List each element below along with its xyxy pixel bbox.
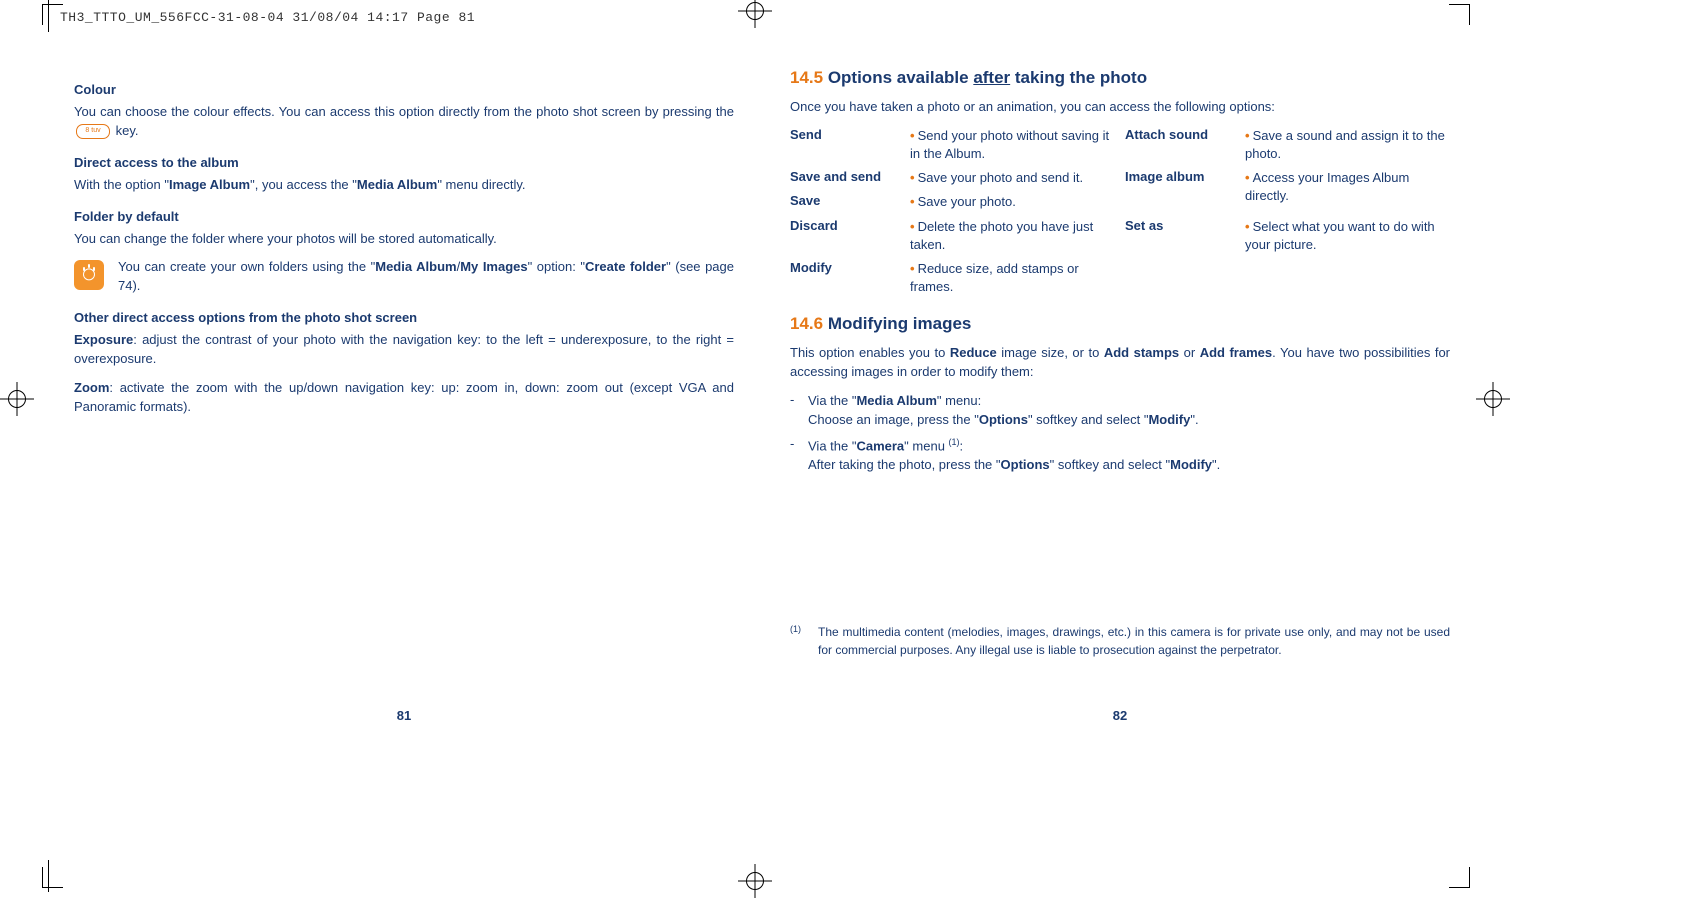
registration-mark bbox=[1482, 388, 1504, 410]
paragraph: You can choose the colour effects. You c… bbox=[74, 103, 734, 141]
tip-text: You can create your own folders using th… bbox=[118, 258, 734, 296]
option-desc: •Reduce size, add stamps or frames. bbox=[910, 260, 1115, 296]
registration-mark bbox=[744, 870, 766, 892]
option-label: Save bbox=[790, 193, 900, 211]
option-desc: •Delete the photo you have just taken. bbox=[910, 218, 1115, 254]
option-label: Attach sound bbox=[1125, 127, 1235, 163]
option-desc: •Save your photo. bbox=[910, 193, 1115, 211]
heading-14-6: 14.6 Modifying images bbox=[790, 314, 1450, 334]
tip-callout: You can create your own folders using th… bbox=[74, 258, 734, 296]
list-item: - Via the "Camera" menu (1): After takin… bbox=[790, 436, 1450, 475]
page-82: 14.5 Options available after taking the … bbox=[790, 68, 1450, 481]
option-label: Discard bbox=[790, 218, 900, 254]
crop-mark bbox=[42, 4, 63, 25]
option-label: Send bbox=[790, 127, 900, 163]
option-desc: •Save your photo and send it. bbox=[910, 169, 1115, 187]
crop-mark bbox=[1449, 4, 1470, 25]
heading-direct-access: Direct access to the album bbox=[74, 155, 734, 170]
list-item: - Via the "Media Album" menu: Choose an … bbox=[790, 392, 1450, 430]
page-81: Colour You can choose the colour effects… bbox=[74, 68, 734, 426]
registration-mark bbox=[6, 388, 28, 410]
heading-colour: Colour bbox=[74, 82, 734, 97]
paragraph: Exposure: adjust the contrast of your ph… bbox=[74, 331, 734, 369]
registration-mark bbox=[744, 0, 766, 22]
option-label: Set as bbox=[1125, 218, 1235, 254]
footnote-mark: (1) bbox=[790, 623, 804, 659]
paragraph: With the option "Image Album", you acces… bbox=[74, 176, 734, 195]
option-desc: •Send your photo without saving it in th… bbox=[910, 127, 1115, 163]
paragraph: You can change the folder where your pho… bbox=[74, 230, 734, 249]
crop-mark bbox=[1449, 867, 1470, 888]
heading-14-5: 14.5 Options available after taking the … bbox=[790, 68, 1450, 88]
option-label: Image album bbox=[1125, 169, 1235, 211]
key-icon: 8 tuv bbox=[76, 124, 110, 139]
footnote: (1) The multimedia content (melodies, im… bbox=[790, 623, 1450, 659]
heading-other-options: Other direct access options from the pho… bbox=[74, 310, 734, 325]
heading-folder-default: Folder by default bbox=[74, 209, 734, 224]
footnote-text: The multimedia content (melodies, images… bbox=[818, 623, 1450, 659]
option-label: Save and send bbox=[790, 169, 900, 187]
print-header: TH3_TTTO_UM_556FCC-31-08-04 31/08/04 14:… bbox=[60, 10, 475, 25]
lightbulb-icon bbox=[74, 260, 104, 290]
option-desc: •Select what you want to do with your pi… bbox=[1245, 218, 1450, 254]
paragraph: This option enables you to Reduce image … bbox=[790, 344, 1450, 382]
option-desc: •Save a sound and assign it to the photo… bbox=[1245, 127, 1450, 163]
paragraph: Zoom: activate the zoom with the up/down… bbox=[74, 379, 734, 417]
crop-mark bbox=[42, 867, 63, 888]
paragraph: Once you have taken a photo or an animat… bbox=[790, 98, 1450, 117]
options-grid: Send •Send your photo without saving it … bbox=[790, 127, 1450, 297]
option-desc: •Access your Images Album directly. bbox=[1245, 169, 1450, 211]
option-label: Modify bbox=[790, 260, 900, 296]
